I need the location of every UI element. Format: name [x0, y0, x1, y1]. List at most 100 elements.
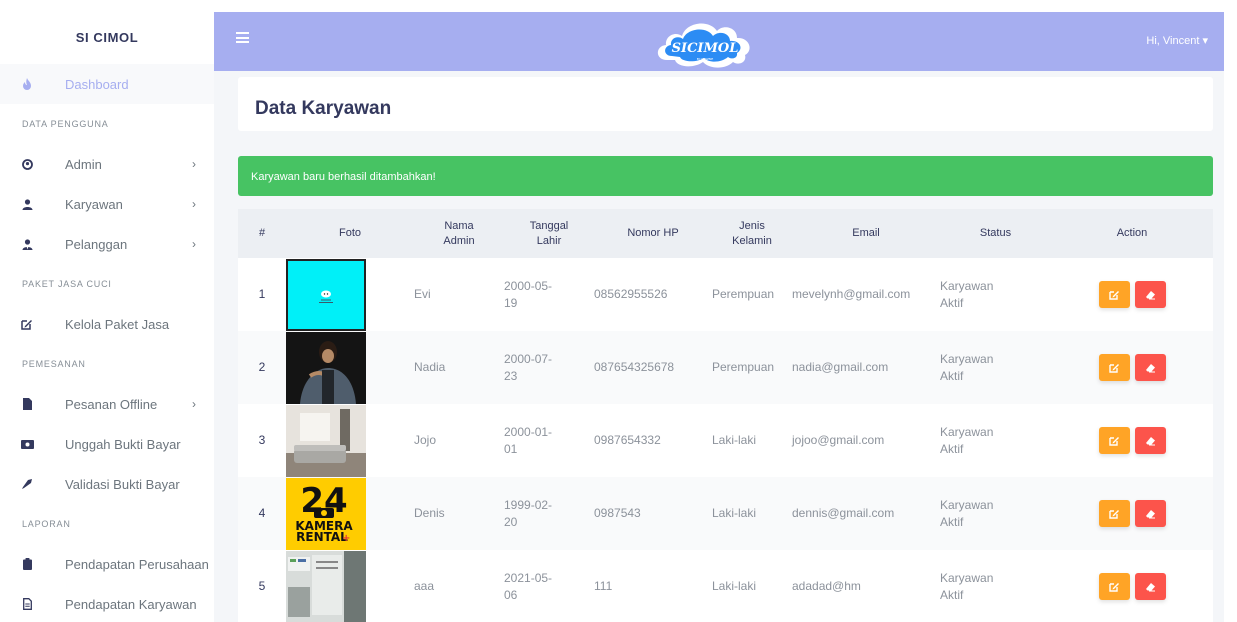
user-circle-icon: [20, 157, 34, 171]
cell-tanggal-line2: 19: [504, 295, 518, 310]
main-content: Data Karyawan Karyawan baru berhasil dit…: [214, 71, 1224, 622]
user-icon: [20, 197, 34, 211]
sidebar-item-label: Pendapatan Karyawan: [65, 596, 197, 612]
cell-action: [1051, 550, 1213, 622]
cell-status-line1: Karyawan: [940, 570, 994, 585]
employee-photo[interactable]: [286, 550, 366, 622]
sidebar-item-label: Admin: [65, 156, 102, 172]
user-dropdown[interactable]: Hi, Vincent ▾: [1146, 34, 1208, 47]
page-title: Data Karyawan: [255, 98, 392, 119]
delete-button[interactable]: [1134, 281, 1166, 308]
sidebar-item-unggah-bukti-bayar[interactable]: Unggah Bukti Bayar: [0, 424, 214, 464]
sidebar-item-pendapatan-karyawan[interactable]: Pendapatan Karyawan: [0, 584, 214, 622]
col-header-jenis-kelamin: Jenis Kelamin: [712, 209, 792, 258]
cell-tanggal-line1: 2021-05-: [504, 570, 553, 585]
employee-photo[interactable]: [286, 331, 366, 404]
cell-tanggal-lahir: 2000-07- 23: [504, 331, 594, 404]
cell-jenis-kelamin: Perempuan: [712, 287, 775, 301]
col-header-action: Action: [1051, 209, 1213, 258]
cell-nama: Jojo: [414, 433, 437, 447]
cell-foto: [286, 331, 414, 404]
sidebar-brand[interactable]: SI CIMOL: [0, 12, 214, 64]
cell-no: 4: [258, 506, 266, 520]
hamburger-menu-icon[interactable]: [236, 32, 249, 43]
delete-button[interactable]: [1134, 500, 1166, 527]
sidebar-item-kelola-paket-jasa[interactable]: Kelola Paket Jasa: [0, 304, 214, 344]
cell-no: 2: [258, 360, 266, 374]
sidebar-item-dashboard[interactable]: Dashboard: [0, 64, 214, 104]
employee-photo[interactable]: 24 KAMERA RENTAL +: [286, 477, 366, 550]
cell-action: [1051, 477, 1213, 550]
cell-status: Karyawan Aktif: [940, 550, 1051, 622]
cell-foto: [286, 258, 414, 331]
employee-photo[interactable]: [286, 404, 366, 477]
photo-text-rental: RENTAL: [296, 530, 348, 544]
sidebar-item-pendapatan-perusahaan[interactable]: Pendapatan Perusahaan: [0, 544, 214, 584]
cell-action: [1051, 331, 1213, 404]
cell-status: Karyawan Aktif: [940, 258, 1051, 331]
cell-nama: aaa: [414, 579, 435, 593]
cell-no: 1: [258, 287, 266, 301]
cell-tanggal-line2: 20: [504, 514, 518, 529]
file-alt-icon: [20, 597, 34, 611]
cell-foto: 24 KAMERA RENTAL +: [286, 477, 414, 550]
edit-button[interactable]: [1098, 281, 1130, 308]
cell-email: jojoo@gmail.com: [792, 433, 885, 447]
cell-status-line1: Karyawan: [940, 278, 994, 293]
table-row: 4 24 KAMERA RENTAL + Denis 1999-02- 20 0…: [238, 477, 1213, 550]
eraser-icon: [1145, 436, 1155, 445]
delete-button[interactable]: [1134, 427, 1166, 454]
chevron-right-icon: ›: [192, 237, 196, 251]
menu-header-paket-jasa: PAKET JASA CUCI: [22, 279, 112, 289]
col-header-nama-line1: Nama: [444, 219, 474, 232]
sidebar-item-label: Kelola Paket Jasa: [65, 316, 170, 332]
menu-header-laporan: LAPORAN: [22, 519, 71, 529]
cell-status-line1: Karyawan: [940, 424, 994, 439]
cell-nama: Evi: [414, 287, 431, 301]
sidebar-item-pesanan-offline[interactable]: Pesanan Offline ›: [0, 384, 214, 424]
cell-nomor-hp: 087654325678: [594, 360, 675, 374]
table-row: 2 Nadia 2000-07- 23 087654325678 Perempu…: [238, 331, 1213, 404]
cell-tanggal-lahir: 2021-05- 06: [504, 550, 594, 622]
cell-tanggal-line1: 2000-01-: [504, 424, 553, 439]
sidebar-item-label: Pendapatan Perusahaan: [65, 556, 209, 572]
sidebar-item-label: Dashboard: [65, 76, 129, 92]
cell-tanggal-line2: 23: [504, 368, 518, 383]
col-header-status: Status: [940, 209, 1051, 258]
sicimol-logo[interactable]: SICIMOL BY NEWBIE: [653, 16, 757, 70]
cell-status: Karyawan Aktif: [940, 331, 1051, 404]
cell-tanggal-lahir: 1999-02- 20: [504, 477, 594, 550]
sidebar-item-label: Pelanggan: [65, 236, 128, 252]
cell-nomor-hp: 111: [594, 579, 613, 593]
table-row: 1 Evi 2000-05- 19 08562955526 Perempuan …: [238, 258, 1213, 331]
cell-nomor-hp: 0987654332: [594, 433, 661, 447]
edit-button[interactable]: [1098, 573, 1130, 600]
table-row: 5 aaa 2021-05- 06 111 Laki-laki adadad@h…: [238, 550, 1213, 622]
employee-photo[interactable]: [286, 258, 366, 331]
col-header-tanggal-line1: Tanggal: [529, 219, 569, 232]
cell-nomor-hp: 0987543: [594, 506, 641, 520]
sidebar-item-pelanggan[interactable]: Pelanggan ›: [0, 224, 214, 264]
edit-button[interactable]: [1098, 500, 1130, 527]
chevron-right-icon: ›: [192, 197, 196, 211]
cell-nama: Nadia: [414, 360, 446, 374]
col-header-nama: Nama Admin: [414, 209, 504, 258]
col-header-tanggal-lahir: Tanggal Lahir: [504, 209, 594, 258]
karyawan-table: # Foto Nama Admin Tanggal Lahir Nomor HP J…: [238, 209, 1213, 622]
money-bill-icon: [20, 437, 34, 451]
sidebar-item-karyawan[interactable]: Karyawan ›: [0, 184, 214, 224]
table-row: 3 Jojo 2000-01- 01 0987654332 Laki-laki …: [238, 404, 1213, 477]
sidebar: SI CIMOL Dashboard DATA PENGGUNA Admin ›…: [0, 12, 214, 622]
cell-email: adadad@hm: [792, 579, 861, 593]
edit-button[interactable]: [1098, 427, 1130, 454]
sidebar-item-validasi-bukti-bayar[interactable]: Validasi Bukti Bayar: [0, 464, 214, 504]
eraser-icon: [1145, 509, 1155, 518]
col-header-nama-line2: Admin: [443, 234, 475, 247]
cell-foto: [286, 404, 414, 477]
edit-button[interactable]: [1098, 354, 1130, 381]
edit-icon: [1108, 437, 1119, 446]
sidebar-item-admin[interactable]: Admin ›: [0, 144, 214, 184]
delete-button[interactable]: [1134, 354, 1166, 381]
delete-button[interactable]: [1134, 573, 1166, 600]
sidebar-item-label: Unggah Bukti Bayar: [65, 436, 181, 452]
